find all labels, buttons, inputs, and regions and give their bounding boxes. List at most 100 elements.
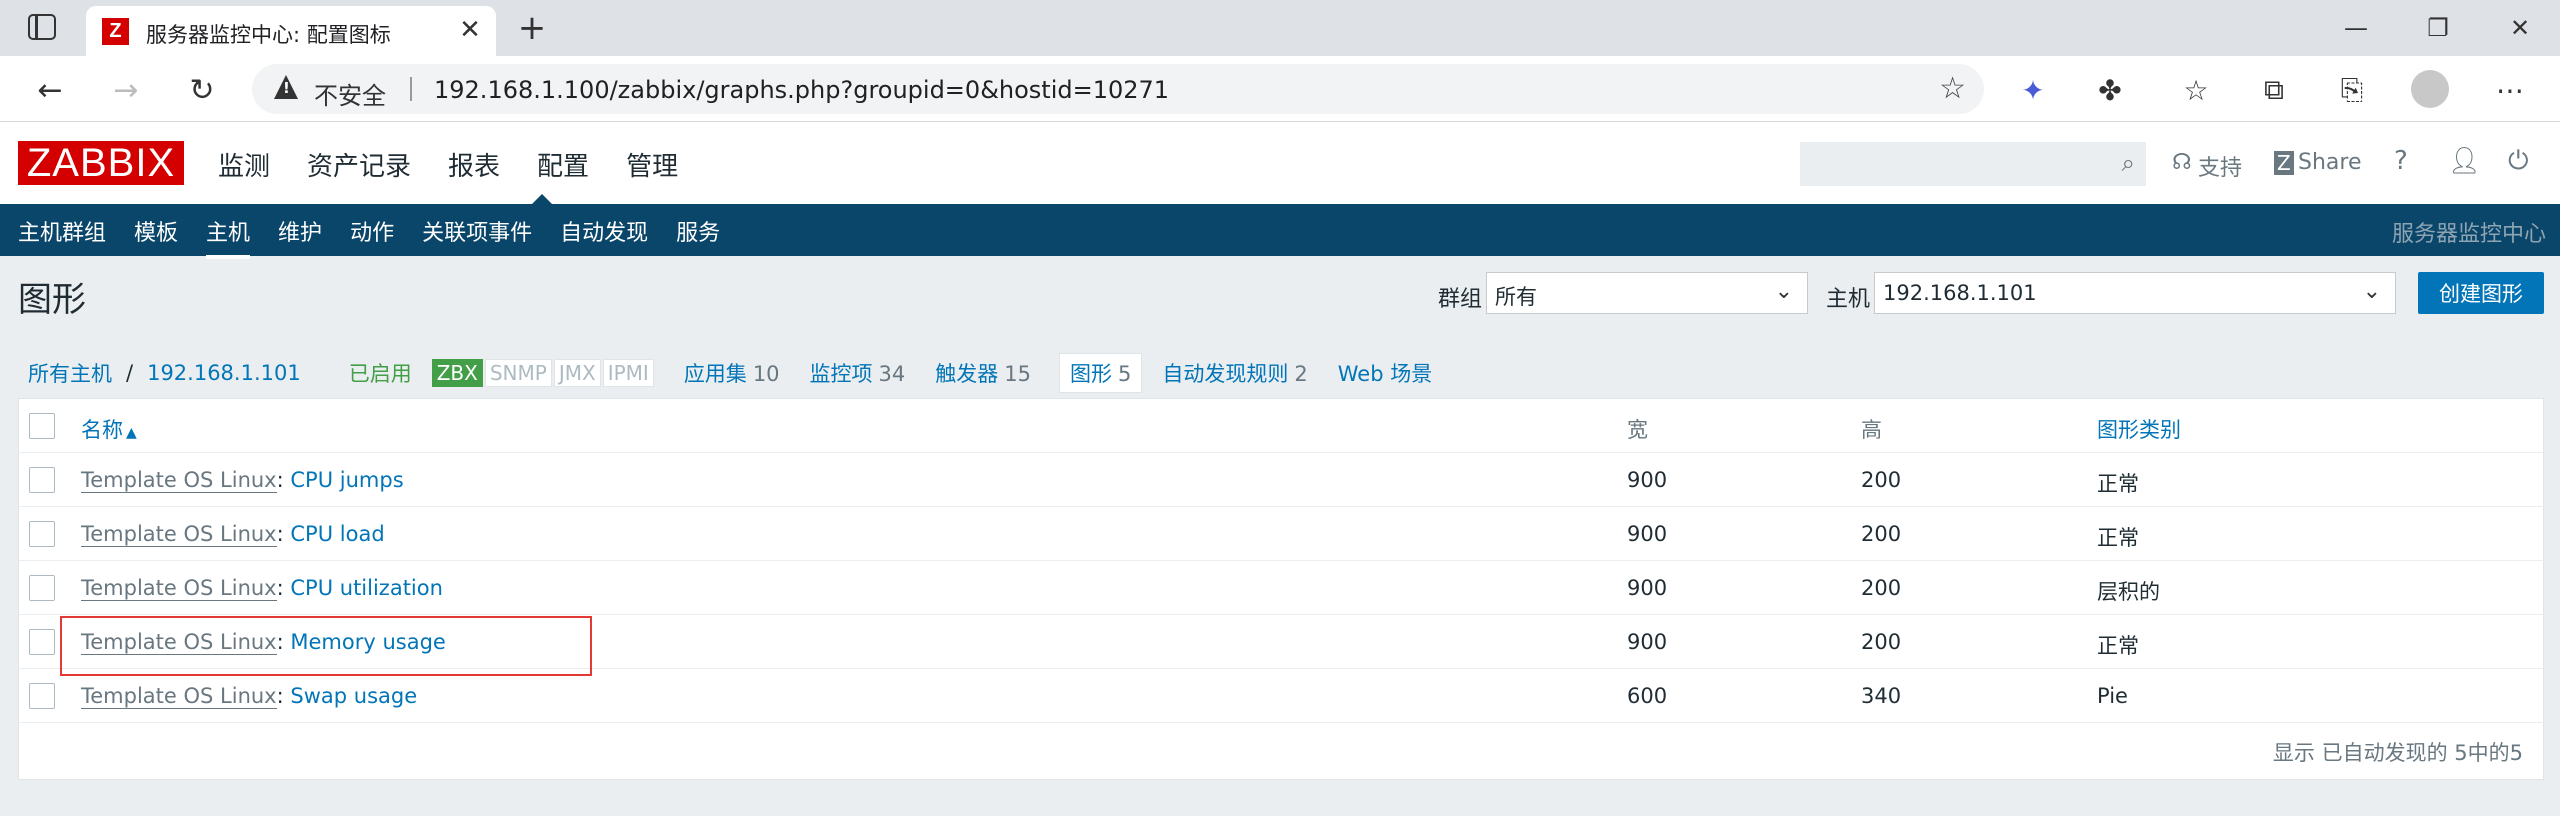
group-label: 群组 bbox=[1438, 287, 1483, 312]
graph-name-cell: Template OS Linux: CPU jumps bbox=[81, 468, 404, 493]
host-navigation: 所有主机 / 192.168.1.101 已启用 ZBX SNMP JMX IP… bbox=[28, 353, 1432, 393]
graphs-table: 名称 ▲ 宽 高 图形类别 Template OS Linux: CPU jump… bbox=[18, 398, 2545, 780]
name-column-header[interactable]: 名称 ▲ bbox=[81, 414, 137, 444]
zabbix-favicon-icon: Z bbox=[102, 18, 129, 45]
all-hosts-link[interactable]: 所有主机 bbox=[28, 358, 112, 388]
submenu-host-groups[interactable]: 主机群组 bbox=[18, 215, 106, 247]
headset-icon: ☊ bbox=[2172, 150, 2192, 175]
extensions-puzzle-icon[interactable]: ✤ bbox=[2088, 68, 2132, 112]
close-window-icon[interactable]: ✕ bbox=[2490, 6, 2550, 50]
group-select-value: 所有 bbox=[1495, 285, 1537, 309]
menu-reports[interactable]: 报表 bbox=[448, 146, 500, 183]
template-link[interactable]: Template OS Linux bbox=[81, 468, 277, 493]
applications-link[interactable]: 应用集 10 bbox=[684, 358, 780, 388]
menu-configuration[interactable]: 配置 bbox=[537, 146, 589, 183]
favorites-icon[interactable]: ☆ bbox=[2174, 68, 2218, 112]
submenu-discovery[interactable]: 自动发现 bbox=[560, 215, 648, 247]
search-icon[interactable]: ⌕ bbox=[2122, 149, 2135, 177]
table-row: Template OS Linux: CPU utilization 900 2… bbox=[19, 561, 2545, 615]
discovery-rules-link[interactable]: 自动发现规则 2 bbox=[1162, 358, 1307, 388]
share-page-icon[interactable]: ⎘ bbox=[2330, 68, 2374, 112]
width-cell: 900 bbox=[1627, 630, 1668, 654]
jmx-availability-badge: JMX bbox=[553, 359, 601, 387]
browser-tab[interactable]: Z 服务器监控中心: 配置图标 ✕ bbox=[86, 6, 496, 56]
graph-link[interactable]: CPU utilization bbox=[290, 576, 443, 600]
type-cell: 层积的 bbox=[2097, 580, 2160, 604]
extension-icon[interactable]: ✦ bbox=[2011, 68, 2055, 112]
sign-out-icon[interactable]: ⏻ bbox=[2508, 146, 2529, 177]
row-checkbox[interactable] bbox=[29, 575, 55, 601]
submenu-templates[interactable]: 模板 bbox=[134, 215, 178, 247]
submenu-correlation[interactable]: 关联项事件 bbox=[422, 215, 532, 247]
menu-inventory[interactable]: 资产记录 bbox=[307, 146, 411, 183]
warning-icon bbox=[274, 75, 298, 99]
url-text[interactable]: 192.168.1.100/zabbix/graphs.php?groupid=… bbox=[434, 76, 1169, 104]
host-status[interactable]: 已启用 bbox=[349, 358, 412, 388]
table-row: Template OS Linux: CPU load 900 200 正常 bbox=[19, 507, 2545, 561]
security-label[interactable]: 不安全 bbox=[314, 76, 386, 111]
new-tab-icon[interactable]: + bbox=[514, 8, 550, 48]
tab-actions-icon[interactable] bbox=[28, 14, 56, 40]
template-link[interactable]: Template OS Linux bbox=[81, 576, 277, 601]
profile-avatar[interactable] bbox=[2411, 70, 2449, 108]
submenu-hosts[interactable]: 主机 bbox=[206, 215, 251, 259]
width-cell: 900 bbox=[1627, 522, 1668, 546]
template-link[interactable]: Template OS Linux bbox=[81, 684, 277, 709]
graph-link[interactable]: CPU jumps bbox=[290, 468, 403, 492]
back-icon[interactable]: ← bbox=[28, 68, 72, 112]
share-link[interactable]: Share bbox=[2298, 150, 2362, 175]
height-cell: 340 bbox=[1861, 684, 1902, 708]
reload-icon[interactable]: ↻ bbox=[180, 68, 224, 112]
row-checkbox[interactable] bbox=[29, 521, 55, 547]
host-link[interactable]: 192.168.1.101 bbox=[147, 361, 301, 385]
address-bar[interactable]: 不安全 192.168.1.100/zabbix/graphs.php?grou… bbox=[252, 64, 1984, 114]
graph-link[interactable]: Swap usage bbox=[290, 684, 417, 708]
graphs-link[interactable]: 图形 5 bbox=[1059, 353, 1143, 393]
create-graph-button[interactable]: 创建图形 bbox=[2418, 272, 2544, 314]
width-cell: 900 bbox=[1627, 576, 1668, 600]
row-checkbox[interactable] bbox=[29, 629, 55, 655]
menu-monitoring[interactable]: 监测 bbox=[218, 146, 270, 183]
close-tab-icon[interactable]: ✕ bbox=[454, 14, 486, 46]
height-cell: 200 bbox=[1861, 576, 1902, 600]
table-row: Template OS Linux: Swap usage 600 340 Pi… bbox=[19, 669, 2545, 723]
zbx-availability-badge: ZBX bbox=[431, 359, 483, 387]
support-link[interactable]: 支持 bbox=[2198, 150, 2242, 182]
items-link[interactable]: 监控项 34 bbox=[810, 358, 906, 388]
main-menu: 监测 资产记录 报表 配置 管理 bbox=[218, 146, 715, 183]
more-options-icon[interactable]: ⋯ bbox=[2488, 68, 2532, 112]
select-all-checkbox[interactable] bbox=[29, 413, 55, 439]
browser-toolbar: ← → ↻ 不安全 192.168.1.100/zabbix/graphs.ph… bbox=[0, 56, 2560, 122]
menu-administration[interactable]: 管理 bbox=[626, 146, 678, 183]
type-cell: 正常 bbox=[2097, 472, 2139, 496]
graph-name-cell: Template OS Linux: CPU utilization bbox=[81, 576, 443, 601]
add-favorite-icon[interactable]: ☆ bbox=[1939, 71, 1966, 106]
zabbix-logo[interactable]: ZABBIX bbox=[18, 141, 184, 185]
row-checkbox[interactable] bbox=[29, 683, 55, 709]
type-cell: Pie bbox=[2097, 684, 2128, 708]
web-scenarios-link[interactable]: Web 场景 bbox=[1338, 358, 1432, 388]
search-input[interactable]: ⌕ bbox=[1800, 142, 2146, 186]
table-footer-count: 显示 已自动发现的 5中的5 bbox=[2272, 741, 2523, 765]
group-select[interactable]: 所有 ⌄ bbox=[1486, 272, 1808, 314]
submenu-actions[interactable]: 动作 bbox=[350, 215, 394, 247]
type-column-header[interactable]: 图形类别 bbox=[2097, 414, 2181, 444]
host-select[interactable]: 192.168.1.101 ⌄ bbox=[1874, 272, 2396, 314]
height-column-header: 高 bbox=[1861, 418, 1882, 442]
collections-icon[interactable]: ⧉ bbox=[2252, 68, 2296, 112]
table-row: Template OS Linux: CPU jumps 900 200 正常 bbox=[19, 453, 2545, 507]
help-link[interactable]: ? bbox=[2394, 146, 2408, 176]
template-link[interactable]: Template OS Linux bbox=[81, 522, 277, 547]
graph-link[interactable]: CPU load bbox=[290, 522, 384, 546]
sub-menu: 主机群组 模板 主机 维护 动作 关联项事件 自动发现 服务 服务器监控中心 bbox=[0, 204, 2560, 259]
submenu-maintenance[interactable]: 维护 bbox=[278, 215, 322, 247]
maximize-icon[interactable]: ❐ bbox=[2408, 6, 2468, 50]
triggers-link[interactable]: 触发器 15 bbox=[935, 358, 1031, 388]
minimize-icon[interactable]: — bbox=[2326, 6, 2386, 50]
row-checkbox[interactable] bbox=[29, 467, 55, 493]
forward-icon[interactable]: → bbox=[104, 68, 148, 112]
submenu-services[interactable]: 服务 bbox=[676, 215, 720, 247]
user-profile-icon[interactable]: 👤︎ bbox=[2448, 146, 2481, 176]
type-cell: 正常 bbox=[2097, 526, 2139, 550]
address-separator bbox=[410, 77, 412, 101]
